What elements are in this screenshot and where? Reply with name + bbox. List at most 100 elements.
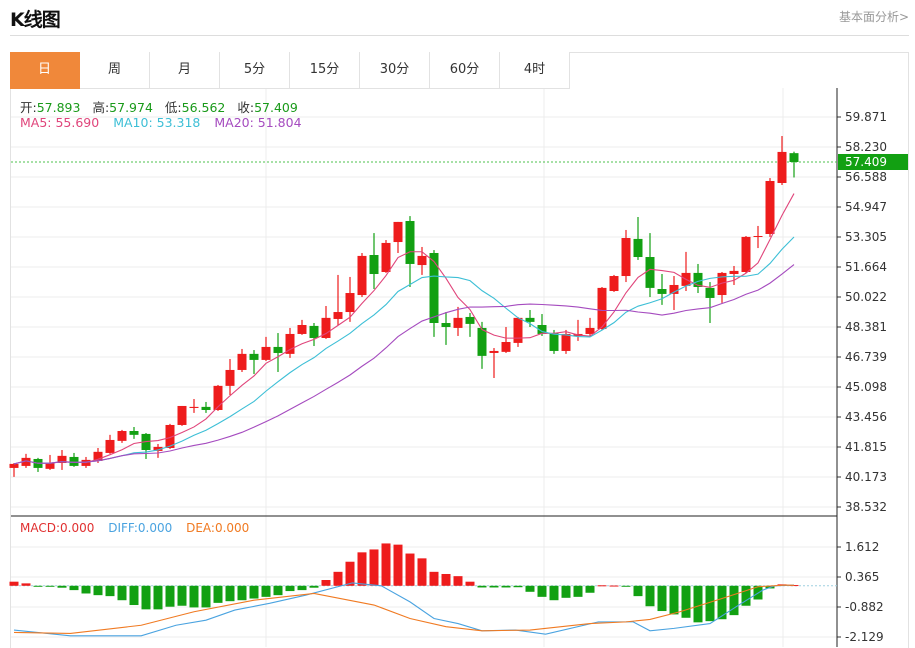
candle-body [513, 317, 523, 343]
macd-bar [537, 585, 547, 597]
last-price-label: 57.409 [845, 155, 887, 169]
macd-bar [633, 585, 643, 597]
tab-15min[interactable]: 15分 [290, 52, 360, 89]
candle-body [405, 221, 415, 264]
macd-bar [417, 558, 427, 586]
macd-bar [117, 585, 127, 601]
close-value: 57.409 [254, 100, 298, 115]
macd-bar [549, 585, 559, 601]
candle-body [393, 221, 403, 243]
macd-bar [249, 585, 259, 599]
candle-body [69, 456, 79, 466]
price-tick-label: 53.305 [845, 230, 887, 244]
macd-bar [273, 585, 283, 596]
candle-body [381, 242, 391, 273]
price-tick-label: 43.456 [845, 410, 887, 424]
candle-body [201, 406, 211, 410]
candle-body [789, 153, 799, 162]
macd-bar [669, 585, 679, 615]
macd-bar [597, 585, 607, 587]
price-tick-label: 48.381 [845, 320, 887, 334]
macd-bar [153, 585, 163, 610]
open-value: 57.893 [36, 100, 81, 115]
candle-body [609, 276, 619, 292]
ma5-value: MA5: 55.690 [20, 115, 100, 130]
candle-body [9, 463, 19, 468]
tab-60min[interactable]: 60分 [430, 52, 500, 89]
macd-tick-label: 1.612 [845, 540, 879, 554]
candle-body [177, 405, 187, 425]
macd-bar [45, 585, 55, 587]
macd-bar [261, 585, 271, 597]
tab-30min[interactable]: 30分 [360, 52, 430, 89]
tab-day[interactable]: 日 [10, 52, 80, 89]
macd-bar [645, 585, 655, 607]
macd-bar [585, 585, 595, 593]
macd-bar [9, 581, 19, 586]
candle-body [429, 252, 439, 323]
macd-bar [369, 549, 379, 586]
macd-bar [465, 581, 475, 586]
macd-bar [165, 585, 175, 607]
macd-bar [441, 573, 451, 586]
price-tick-label: 46.739 [845, 350, 887, 364]
macd-bar [501, 585, 511, 588]
candle-body [465, 316, 475, 324]
tab-month[interactable]: 月 [150, 52, 220, 89]
candle-body [525, 317, 535, 322]
macd-bar [93, 585, 103, 596]
macd-bar [489, 585, 499, 588]
macd-bar [453, 576, 463, 586]
macd-bar [81, 585, 91, 594]
macd-bar [129, 585, 139, 606]
candle-body [501, 342, 511, 352]
candle-body [753, 235, 763, 237]
high-value: 57.974 [109, 100, 153, 115]
candle-body [105, 439, 115, 453]
candle-body [369, 255, 379, 275]
candle-body [117, 431, 127, 441]
tab-4hour[interactable]: 4时 [500, 52, 570, 89]
macd-bar [681, 585, 691, 618]
dea-value: DEA:0.000 [186, 521, 250, 535]
macd-bar [657, 585, 667, 612]
candle-body [261, 346, 271, 360]
macd-bar [513, 585, 523, 588]
macd-bar [237, 585, 247, 601]
candle-body [777, 151, 787, 183]
macd-bar [525, 585, 535, 592]
macd-bar [33, 585, 43, 587]
candle-body [549, 333, 559, 351]
macd-bar [21, 583, 31, 586]
candle-body [237, 353, 247, 370]
macd-bar [297, 585, 307, 591]
macd-bar [405, 553, 415, 586]
macd-bar [393, 544, 403, 586]
macd-bar [381, 543, 391, 586]
candle-body [741, 236, 751, 273]
candle-body [453, 317, 463, 328]
price-tick-label: 58.230 [845, 140, 887, 154]
ma20-value: MA20: 51.804 [214, 115, 302, 130]
candle-body [621, 238, 631, 277]
macd-bar [213, 585, 223, 603]
high-label: 高: [92, 100, 110, 115]
candle-body [357, 255, 367, 296]
low-value: 56.562 [181, 100, 226, 115]
candle-body [273, 346, 283, 353]
ma10-line [13, 236, 795, 465]
candle-body [249, 353, 259, 360]
candle-body [345, 293, 355, 313]
candle-body [441, 322, 451, 328]
tab-week[interactable]: 周 [80, 52, 150, 89]
candle-body [309, 325, 319, 338]
price-tick-label: 50.022 [845, 290, 887, 304]
macd-bar [621, 585, 631, 587]
price-tick-label: 38.532 [845, 500, 887, 514]
macd-bar [105, 585, 115, 597]
tab-5min[interactable]: 5分 [220, 52, 290, 89]
candle-body [729, 270, 739, 275]
ma10-value: MA10: 53.318 [113, 115, 201, 130]
candle-body [189, 406, 199, 408]
open-label: 开: [20, 100, 37, 115]
